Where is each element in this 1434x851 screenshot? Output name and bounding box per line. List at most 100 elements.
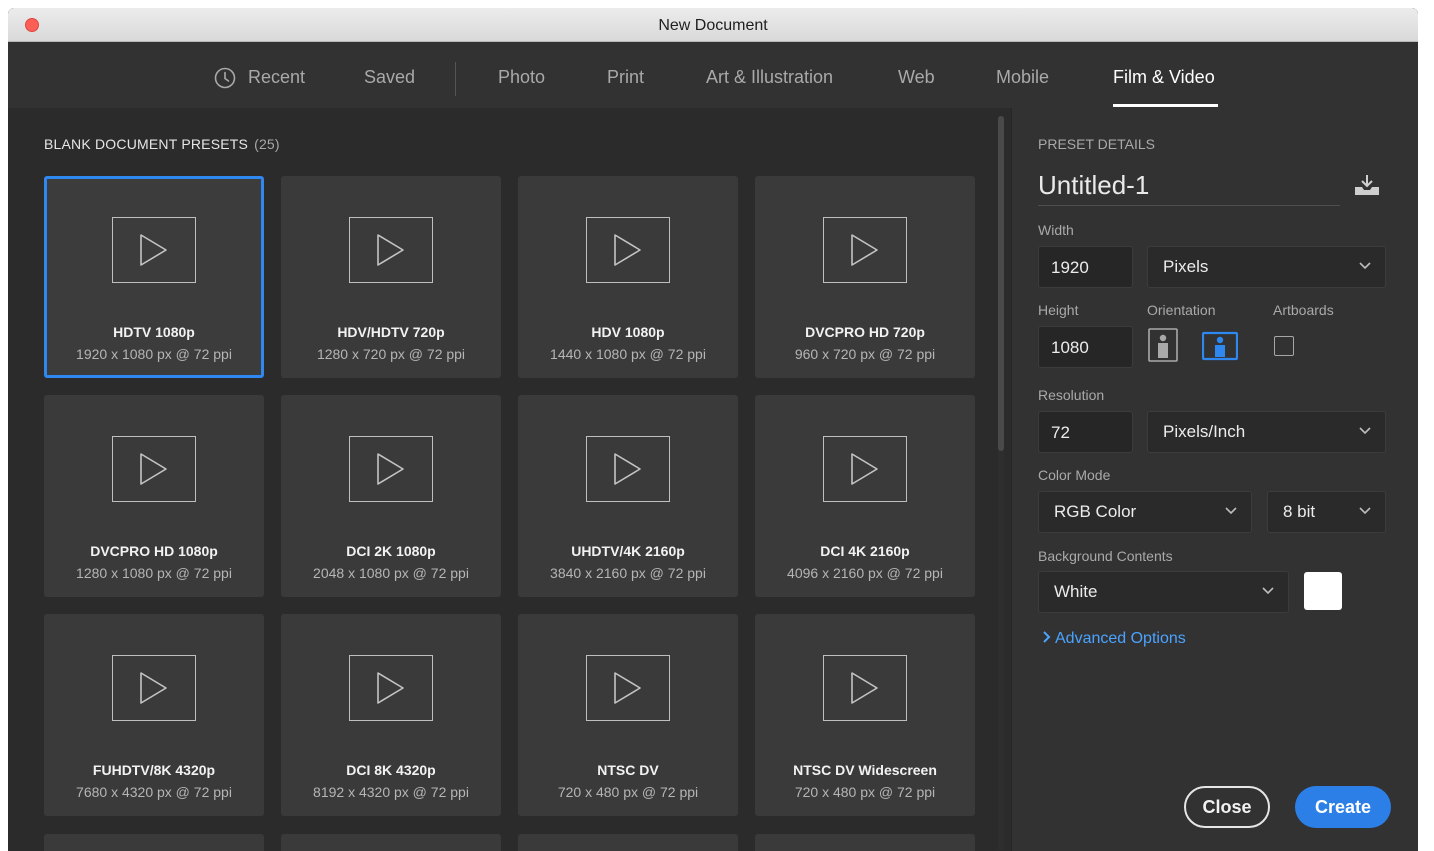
resolution-unit-select[interactable]: Pixels/Inch [1147,411,1386,453]
advanced-options-label: Advanced Options [1055,630,1186,647]
artboards-checkbox[interactable] [1274,336,1294,356]
color-mode-label: Color Mode [1038,467,1111,483]
play-icon [140,672,167,704]
width-unit-select[interactable]: Pixels [1147,246,1386,288]
orientation-label: Orientation [1147,302,1216,318]
document-name-field[interactable]: Untitled-1 [1038,170,1149,201]
preset-card[interactable]: DVCPRO HD 720p 960 x 720 px @ 72 ppi [755,176,975,378]
play-icon [614,672,641,704]
preset-name: FUHDTV/8K 4320p [92,762,216,778]
bit-depth-select[interactable]: 8 bit [1267,491,1386,533]
preset-card-partial[interactable] [755,834,975,851]
preset-name: HDV/HDTV 720p [337,324,445,340]
video-thumbnail [349,436,433,502]
presets-heading: BLANK DOCUMENT PRESETS (25) [44,136,280,152]
preset-name: UHDTV/4K 2160p [571,543,685,559]
tab-film-video[interactable]: Film & Video [1113,67,1215,88]
preset-name: DCI 2K 1080p [346,543,436,559]
chevron-down-icon [1359,262,1371,270]
color-mode-value: RGB Color [1054,502,1137,521]
presets-panel: BLANK DOCUMENT PRESETS (25) HDTV 1080p 192… [8,108,1008,851]
preset-card[interactable]: HDV/HDTV 720p 1280 x 720 px @ 72 ppi [281,176,501,378]
tab-print[interactable]: Print [607,67,644,88]
preset-card[interactable]: NTSC DV 720 x 480 px @ 72 ppi [518,614,738,816]
preset-dimensions: 1280 x 720 px @ 72 ppi [316,346,466,362]
video-thumbnail [586,217,670,283]
preset-name: DVCPRO HD 720p [805,324,925,340]
background-contents-label: Background Contents [1038,548,1173,564]
preset-card[interactable]: DCI 8K 4320p 8192 x 4320 px @ 72 ppi [281,614,501,816]
new-document-dialog: New Document Recent Saved Photo Print Ar… [8,8,1418,851]
chevron-down-icon [1262,587,1274,595]
video-thumbnail [349,655,433,721]
close-button[interactable]: Close [1184,786,1270,828]
tab-art-illustration[interactable]: Art & Illustration [706,67,833,88]
preset-dimensions: 2048 x 1080 px @ 72 ppi [313,565,469,581]
tab-photo[interactable]: Photo [498,67,545,88]
preset-card[interactable]: UHDTV/4K 2160p 3840 x 2160 px @ 72 ppi [518,395,738,597]
chevron-down-icon [1359,507,1371,515]
height-label: Height [1038,302,1079,318]
preset-dimensions: 720 x 480 px @ 72 ppi [557,784,699,800]
preset-dimensions: 1280 x 1080 px @ 72 ppi [76,565,232,581]
tab-web[interactable]: Web [898,67,935,88]
portrait-orientation-icon[interactable] [1148,328,1178,362]
chevron-down-icon [1359,427,1371,435]
width-label: Width [1038,222,1074,238]
preset-card-partial[interactable] [518,834,738,851]
video-thumbnail [112,217,196,283]
video-thumbnail [586,655,670,721]
artboards-label: Artboards [1273,302,1334,318]
window-title: New Document [658,17,768,34]
advanced-options-link[interactable]: Advanced Options [1042,630,1186,648]
bit-depth-value: 8 bit [1283,502,1316,521]
preset-dimensions: 3840 x 2160 px @ 72 ppi [550,565,706,581]
video-thumbnail [823,655,907,721]
resolution-label: Resolution [1038,387,1105,403]
preset-dimensions: 7680 x 4320 px @ 72 ppi [76,784,232,800]
save-preset-icon[interactable] [1353,174,1381,196]
preset-name: HDTV 1080p [113,324,195,340]
resolution-input[interactable]: 72 [1038,411,1133,453]
tab-mobile[interactable]: Mobile [996,67,1049,88]
title-bar: New Document [8,8,1418,42]
color-mode-select[interactable]: RGB Color [1038,491,1252,533]
play-icon [614,234,641,266]
height-input[interactable]: 1080 [1038,326,1133,368]
preset-card-partial[interactable] [281,834,501,851]
preset-card[interactable]: DCI 2K 1080p 2048 x 1080 px @ 72 ppi [281,395,501,597]
play-icon [377,453,404,485]
background-color-swatch[interactable] [1304,572,1342,610]
play-icon [851,234,878,266]
play-icon [614,453,641,485]
preset-card[interactable]: NTSC DV Widescreen 720 x 480 px @ 72 ppi [755,614,975,816]
background-contents-select[interactable]: White [1038,571,1289,613]
preset-card[interactable]: DCI 4K 2160p 4096 x 2160 px @ 72 ppi [755,395,975,597]
preset-card[interactable]: HDV 1080p 1440 x 1080 px @ 72 ppi [518,176,738,378]
details-heading: PRESET DETAILS [1038,136,1155,152]
preset-card[interactable]: HDTV 1080p 1920 x 1080 px @ 72 ppi [44,176,264,378]
preset-card-partial[interactable] [44,834,264,851]
landscape-orientation-icon[interactable] [1202,328,1238,362]
preset-card[interactable]: DVCPRO HD 1080p 1280 x 1080 px @ 72 ppi [44,395,264,597]
tab-recent[interactable]: Recent [248,67,305,88]
preset-name: DCI 4K 2160p [820,543,910,559]
width-unit-value: Pixels [1163,257,1209,276]
preset-name: HDV 1080p [591,324,665,340]
play-icon [377,234,404,266]
play-icon [851,453,878,485]
preset-details-panel: PRESET DETAILS Untitled-1 Width 1920 Pix… [1011,108,1418,851]
clock-icon [214,67,236,89]
tab-saved[interactable]: Saved [364,67,415,88]
width-input[interactable]: 1920 [1038,246,1133,288]
preset-dimensions: 1440 x 1080 px @ 72 ppi [550,346,706,362]
presets-scrollbar[interactable] [998,116,1004,850]
create-button[interactable]: Create [1295,786,1391,828]
preset-name: DCI 8K 4320p [346,762,436,778]
preset-dimensions: 960 x 720 px @ 72 ppi [794,346,936,362]
document-name-underline [1038,205,1340,206]
preset-name: NTSC DV [597,762,659,778]
video-thumbnail [112,655,196,721]
scrollbar-thumb[interactable] [998,116,1004,451]
preset-card[interactable]: FUHDTV/8K 4320p 7680 x 4320 px @ 72 ppi [44,614,264,816]
